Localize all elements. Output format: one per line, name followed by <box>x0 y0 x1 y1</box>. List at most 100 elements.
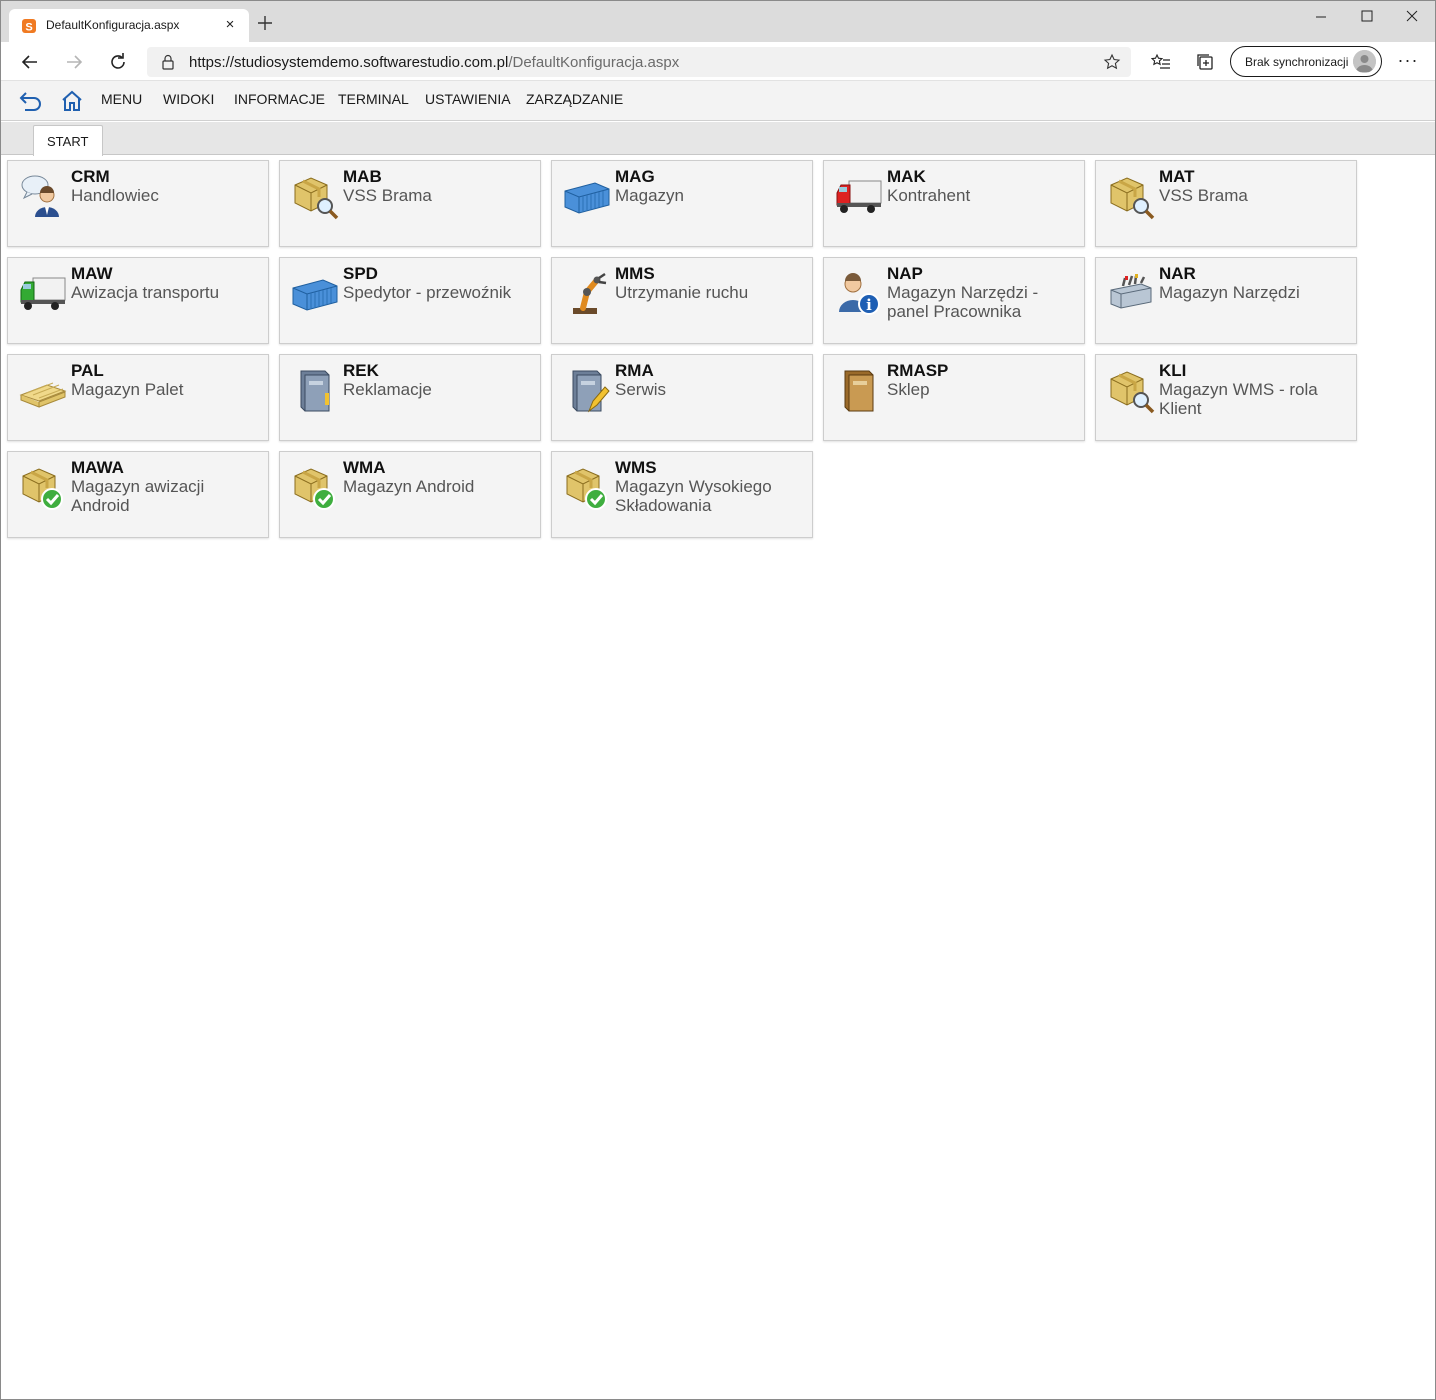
tile-rma[interactable]: RMA Serwis <box>551 354 813 441</box>
tile-mms[interactable]: MMS Utrzymanie ruchu <box>551 257 813 344</box>
tile-nap[interactable]: i NAP Magazyn Narzędzi - panel Pracownika <box>823 257 1085 344</box>
url-field[interactable]: https://studiosystemdemo.softwarestudio.… <box>147 47 1131 77</box>
sync-label: Brak synchronizacji <box>1245 55 1349 69</box>
tile-description: Magazyn WMS - rola Klient <box>1159 380 1318 418</box>
menu-item-menu[interactable]: MENU <box>101 91 142 107</box>
tile-description: VSS Brama <box>1159 186 1248 205</box>
tile-wms[interactable]: WMS Magazyn Wysokiego Składowania <box>551 451 813 538</box>
tile-description: Magazyn Android <box>343 477 475 496</box>
more-options-icon[interactable]: ··· <box>1397 51 1419 73</box>
menu-item-terminal[interactable]: TERMINAL <box>338 91 409 107</box>
box-search-icon <box>1105 171 1157 223</box>
home-icon[interactable] <box>60 89 84 113</box>
tile-code: SPD <box>343 264 378 283</box>
reload-icon[interactable] <box>106 50 130 74</box>
tile-code: MAB <box>343 167 382 186</box>
user-info-icon: i <box>833 268 885 320</box>
tile-description: Magazyn Narzędzi <box>1159 283 1300 302</box>
new-tab-icon[interactable] <box>255 13 275 33</box>
tab-title: DefaultKonfiguracja.aspx <box>46 18 180 32</box>
toolbox-icon <box>1105 268 1157 320</box>
maximize-icon[interactable] <box>1345 5 1389 29</box>
box-search-icon <box>1105 365 1157 417</box>
favorites-list-icon[interactable] <box>1151 52 1171 72</box>
tile-nar[interactable]: NAR Magazyn Narzędzi <box>1095 257 1357 344</box>
tile-description: Awizacja transportu <box>71 283 220 302</box>
url-text: https://studiosystemdemo.softwarestudio.… <box>189 54 679 71</box>
container-icon <box>561 171 613 223</box>
green-truck-icon <box>17 268 69 320</box>
tile-code: MAG <box>615 167 655 186</box>
tile-code: REK <box>343 361 379 380</box>
tile-code: MAK <box>887 167 926 186</box>
tile-code: CRM <box>71 167 110 186</box>
url-path: /DefaultKonfiguracja.aspx <box>508 54 680 71</box>
tile-description: Kontrahent <box>887 186 971 205</box>
tile-code: NAR <box>1159 264 1196 283</box>
tile-mat[interactable]: MAT VSS Brama <box>1095 160 1357 247</box>
tile-code: RMASP <box>887 361 949 380</box>
tab-start-label: START <box>47 134 89 149</box>
tile-code: KLI <box>1159 361 1187 380</box>
menu-item-zarzadzanie[interactable]: ZARZĄDZANIE <box>526 91 623 107</box>
tile-code: MAWA <box>71 458 124 477</box>
tile-kli[interactable]: KLI Magazyn WMS - rola Klient <box>1095 354 1357 441</box>
tile-spd[interactable]: SPD Spedytor - przewoźnik <box>279 257 541 344</box>
tile-code: MMS <box>615 264 655 283</box>
svg-text:S: S <box>25 22 32 34</box>
app-back-icon[interactable] <box>18 89 44 113</box>
browser-window: S DefaultKonfiguracja.aspx × https://stu… <box>0 0 1436 1400</box>
tile-mab[interactable]: MAB VSS Brama <box>279 160 541 247</box>
close-tab-icon[interactable]: × <box>220 15 240 35</box>
box-check-icon <box>561 462 613 514</box>
svg-text:i: i <box>866 296 872 314</box>
minimize-icon[interactable] <box>1299 5 1343 29</box>
tile-description: Sklep <box>887 380 930 399</box>
tile-rek[interactable]: REK Reklamacje <box>279 354 541 441</box>
tile-description: Utrzymanie ruchu <box>615 283 749 302</box>
box-check-icon <box>289 462 341 514</box>
tab-start[interactable]: START <box>33 125 103 156</box>
tile-description: Magazyn Palet <box>71 380 184 399</box>
menu-item-ustawienia[interactable]: USTAWIENIA <box>425 91 511 107</box>
browser-tab[interactable]: S DefaultKonfiguracja.aspx × <box>9 9 249 42</box>
profile-avatar-icon <box>1353 50 1376 73</box>
tile-mawa[interactable]: MAWA Magazyn awizacji Android <box>7 451 269 538</box>
tile-crm[interactable]: CRM Handlowiec <box>7 160 269 247</box>
page-tabs-row: START <box>1 122 1435 156</box>
add-favorite-star-icon[interactable] <box>1103 53 1121 71</box>
red-truck-icon <box>833 171 885 223</box>
app-menu-bar: MENU WIDOKI INFORMACJE TERMINAL USTAWIEN… <box>1 81 1435 121</box>
forward-arrow-icon[interactable] <box>62 50 86 74</box>
tile-description: Magazyn <box>615 186 684 205</box>
tile-code: MAW <box>71 264 113 283</box>
close-window-icon[interactable] <box>1390 5 1434 29</box>
tile-maw[interactable]: MAW Awizacja transportu <box>7 257 269 344</box>
tile-code: NAP <box>887 264 923 283</box>
browser-tab-strip: S DefaultKonfiguracja.aspx × <box>1 1 1435 42</box>
collections-icon[interactable] <box>1195 52 1215 72</box>
tile-pal[interactable]: PAL Magazyn Palet <box>7 354 269 441</box>
menu-item-widoki[interactable]: WIDOKI <box>163 91 214 107</box>
tile-mak[interactable]: MAK Kontrahent <box>823 160 1085 247</box>
brown-book-icon <box>833 365 885 417</box>
menu-item-informacje[interactable]: INFORMACJE <box>234 91 325 107</box>
book-icon <box>289 365 341 417</box>
box-check-icon <box>17 462 69 514</box>
tile-description: Handlowiec <box>71 186 159 205</box>
tile-code: RMA <box>615 361 654 380</box>
tile-wma[interactable]: WMA Magazyn Android <box>279 451 541 538</box>
tile-code: WMA <box>343 458 386 477</box>
container-icon <box>289 268 341 320</box>
tile-description: Magazyn Narzędzi - panel Pracownika <box>887 283 1039 321</box>
salesman-icon <box>17 171 69 223</box>
sync-profile-button[interactable]: Brak synchronizacji <box>1230 46 1382 77</box>
pallet-icon <box>17 365 69 417</box>
lock-icon[interactable] <box>159 53 177 71</box>
back-arrow-icon[interactable] <box>18 50 42 74</box>
box-search-icon <box>289 171 341 223</box>
tile-rmasp[interactable]: RMASP Sklep <box>823 354 1085 441</box>
tile-mag[interactable]: MAG Magazyn <box>551 160 813 247</box>
tile-description: Spedytor - przewoźnik <box>343 283 512 302</box>
tile-code: MAT <box>1159 167 1195 186</box>
